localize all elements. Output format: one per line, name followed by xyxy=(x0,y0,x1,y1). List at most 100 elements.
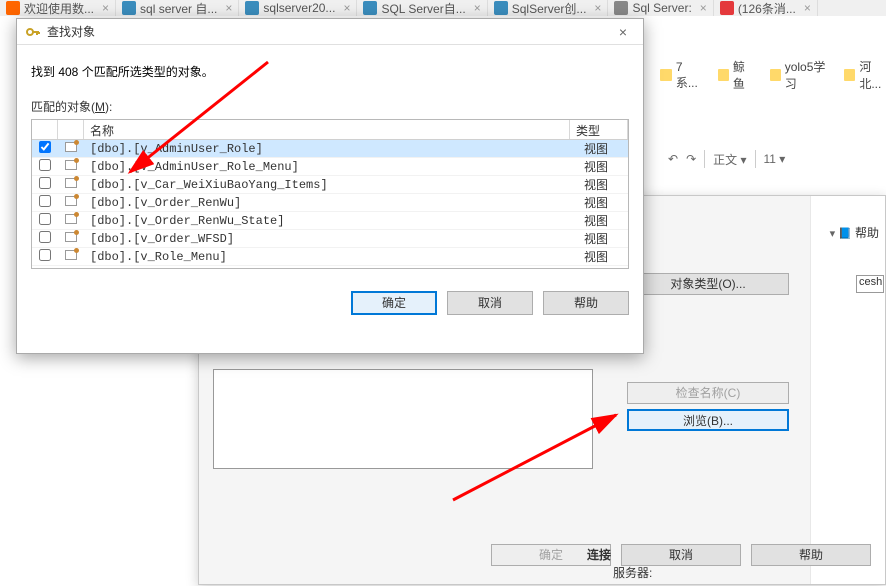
object-name: [dbo].[v_AdminUser_Role] xyxy=(84,142,578,156)
browser-tab[interactable]: SqlServer创... × xyxy=(488,0,609,16)
server-label: 服务器: xyxy=(613,564,652,581)
table-header: 名称 类型 xyxy=(32,120,628,140)
close-icon[interactable]: × xyxy=(474,1,481,15)
object-names-textarea[interactable] xyxy=(213,369,593,469)
browse-button[interactable]: 浏览(B)... xyxy=(627,409,789,431)
favicon-icon xyxy=(720,1,734,15)
editor-toolbar: ↶ ↷ 正文 ▾ 11 ▾ xyxy=(668,150,785,168)
find-objects-dialog: 查找对象 × 找到 408 个匹配所选类型的对象。 匹配的对象(M): 名称 类… xyxy=(16,18,644,354)
view-icon xyxy=(65,250,77,260)
matches-label: 匹配的对象(M): xyxy=(31,98,629,115)
help-button[interactable]: 帮助 xyxy=(751,544,871,566)
browser-tab[interactable]: Sql Server: × xyxy=(608,0,713,16)
row-checkbox[interactable] xyxy=(39,213,51,225)
object-name: [dbo].[v_Role_Menu] xyxy=(84,250,578,264)
browser-tabs: 欢迎使用数... × sql server 自... × sqlserver20... ×… xyxy=(0,0,886,16)
tab-label: sqlserver20... xyxy=(263,1,335,15)
view-icon xyxy=(65,142,77,152)
close-icon[interactable]: × xyxy=(594,1,601,15)
row-checkbox[interactable] xyxy=(39,177,51,189)
bookmark-label: 鲸鱼 xyxy=(733,58,752,92)
tab-label: sql server 自... xyxy=(140,0,217,17)
row-checkbox[interactable] xyxy=(39,141,51,153)
tab-label: 欢迎使用数... xyxy=(24,0,94,17)
dialog-buttons: 确定 取消 帮助 xyxy=(17,279,643,315)
style-dropdown[interactable]: 正文 ▾ xyxy=(713,151,746,168)
object-type: 视图 xyxy=(578,212,628,229)
header-icon xyxy=(58,120,84,139)
toolbar-separator xyxy=(755,150,756,168)
object-name: [dbo].[v_Car_WeiXiuBaoYang_Items] xyxy=(84,178,578,192)
object-type: 视图 xyxy=(578,158,628,175)
browser-tab[interactable]: (126条消... × xyxy=(714,0,818,16)
tab-label: Sql Server: xyxy=(632,1,691,15)
font-size-dropdown[interactable]: 11 ▾ xyxy=(764,152,786,166)
table-row[interactable]: [dbo].[v_Order_RenWu_State]视图 xyxy=(32,212,628,230)
close-icon[interactable]: × xyxy=(225,1,232,15)
bookmark-item[interactable]: 鲸鱼 xyxy=(718,58,752,92)
browser-tab[interactable]: sql server 自... × xyxy=(116,0,239,16)
help-panel: 📘 帮助 xyxy=(810,196,885,584)
check-names-button[interactable]: 检查名称(C) xyxy=(627,382,789,404)
row-checkbox[interactable] xyxy=(39,159,51,171)
folder-icon xyxy=(660,69,672,81)
row-checkbox[interactable] xyxy=(39,249,51,261)
help-button[interactable]: 帮助 xyxy=(543,291,629,315)
header-checkbox xyxy=(32,120,58,139)
table-row[interactable]: [dbo].[v_AdminUser_Role_Menu]视图 xyxy=(32,158,628,176)
bookmark-label: 河北... xyxy=(859,58,886,92)
table-row[interactable]: [dbo].[v_Order_WFSD]视图 xyxy=(32,230,628,248)
table-row[interactable]: [dbo].[v_AdminUser_Role]视图 xyxy=(32,140,628,158)
cancel-button[interactable]: 取消 xyxy=(447,291,533,315)
row-checkbox[interactable] xyxy=(39,195,51,207)
bookmark-label: yolo5学习 xyxy=(785,58,827,92)
header-name[interactable]: 名称 xyxy=(84,120,570,139)
view-icon xyxy=(65,160,77,170)
connection-section-title: 连接 xyxy=(587,546,611,563)
object-type: 视图 xyxy=(578,176,628,193)
objects-table: 名称 类型 [dbo].[v_AdminUser_Role]视图[dbo].[v… xyxy=(31,119,629,269)
tab-label: (126条消... xyxy=(738,0,796,17)
object-type: 视图 xyxy=(578,230,628,247)
toolbar-separator xyxy=(704,150,705,168)
header-type[interactable]: 类型 xyxy=(570,120,628,139)
row-checkbox[interactable] xyxy=(39,231,51,243)
table-body[interactable]: [dbo].[v_AdminUser_Role]视图[dbo].[v_Admin… xyxy=(32,140,628,268)
view-icon xyxy=(65,232,77,242)
titlebar: 查找对象 × xyxy=(17,19,643,45)
help-panel-label[interactable]: 📘 帮助 xyxy=(830,224,879,241)
bookmark-item[interactable]: 河北... xyxy=(844,58,886,92)
cancel-button[interactable]: 取消 xyxy=(621,544,741,566)
browser-tab[interactable]: SQL Server自... × xyxy=(357,0,487,16)
table-row[interactable]: [dbo].[v_Order_RenWu]视图 xyxy=(32,194,628,212)
favicon-icon xyxy=(6,1,20,15)
ok-button[interactable]: 确定 xyxy=(351,291,437,315)
favicon-icon xyxy=(245,1,259,15)
object-type-button[interactable]: 对象类型(O)... xyxy=(627,273,789,295)
close-icon[interactable]: × xyxy=(343,1,350,15)
object-type: 视图 xyxy=(578,194,628,211)
favicon-icon xyxy=(614,1,628,15)
bookmark-bar: 7系... 鲸鱼 yolo5学习 河北... xyxy=(660,58,886,92)
close-icon[interactable]: × xyxy=(804,1,811,15)
redo-icon[interactable]: ↷ xyxy=(686,152,696,166)
close-icon[interactable]: × xyxy=(611,24,635,40)
tab-label: SQL Server自... xyxy=(381,0,465,17)
table-row[interactable]: [dbo].[v_Role_Menu]视图 xyxy=(32,248,628,266)
close-icon[interactable]: × xyxy=(102,1,109,15)
undo-icon[interactable]: ↶ xyxy=(668,152,678,166)
favicon-icon xyxy=(363,1,377,15)
object-name: [dbo].[v_Order_WFSD] xyxy=(84,232,578,246)
folder-icon xyxy=(718,69,729,81)
dialog-buttons: 确定 取消 帮助 xyxy=(199,544,885,566)
browser-tab[interactable]: 欢迎使用数... × xyxy=(0,0,116,16)
favicon-icon xyxy=(494,1,508,15)
bookmark-item[interactable]: yolo5学习 xyxy=(770,58,827,92)
bookmark-item[interactable]: 7系... xyxy=(660,58,700,92)
schema-name-field[interactable]: cesh xyxy=(856,275,884,293)
table-row[interactable]: [dbo].[v_Car_WeiXiuBaoYang_Items]视图 xyxy=(32,176,628,194)
browser-tab[interactable]: sqlserver20... × xyxy=(239,0,357,16)
view-icon xyxy=(65,196,77,206)
tab-label: SqlServer创... xyxy=(512,0,587,17)
close-icon[interactable]: × xyxy=(700,1,707,15)
